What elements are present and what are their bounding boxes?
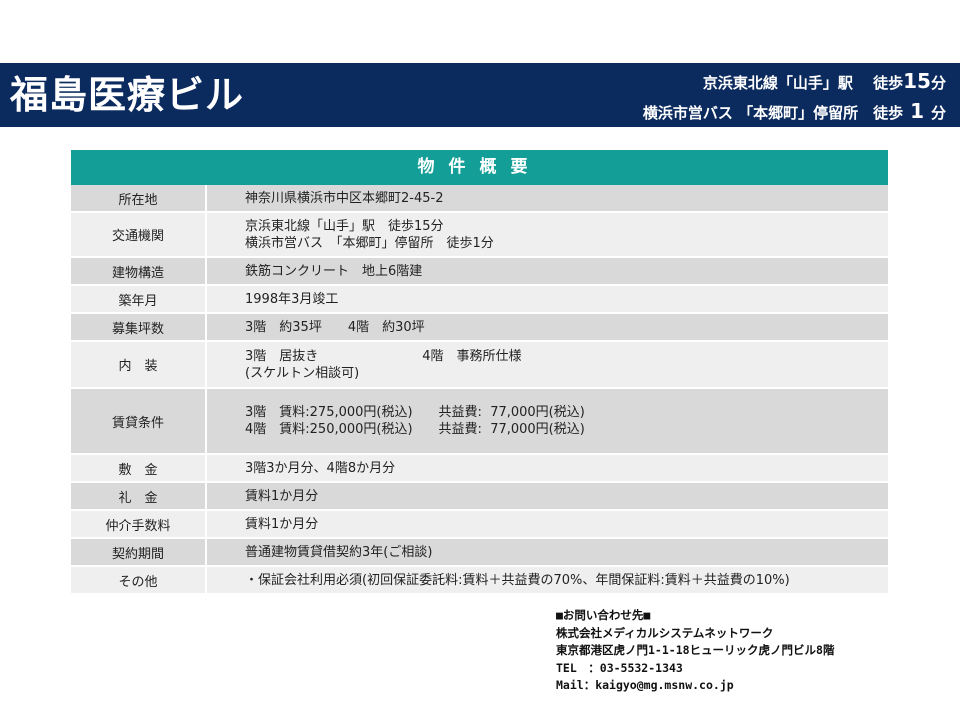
row-value: 3階3か月分、4階8か月分 (207, 455, 888, 481)
row-value: 賃料1か月分 (207, 483, 888, 509)
row-label: その他 (71, 567, 207, 593)
row-value: 神奈川県横浜市中区本郷町2-45-2 (207, 185, 888, 211)
page-title: 福島医療ビル (10, 73, 245, 117)
table-row: 交通機関 京浜東北線「山手」駅 徒歩15分 横浜市営バス 「本郷町」停留所 徒歩1分 (71, 213, 888, 258)
access-line-bus: 横浜市営バス 「本郷町」停留所 徒歩 1 分 (642, 99, 946, 123)
row-value-line: 3階3か月分、4階8か月分 (245, 460, 396, 476)
row-value: 普通建物賃貸借契約3年(ご相談) (207, 539, 888, 565)
table-row: 所在地 神奈川県横浜市中区本郷町2-45-2 (71, 185, 888, 213)
contact-block: ■お問い合わせ先■ 株式会社メディカルシステムネットワーク 東京都港区虎ノ門1-… (556, 607, 834, 695)
row-value: 3階 賃料:275,000円(税込) 共益費: 77,000円(税込) 4階 賃料… (207, 389, 888, 453)
row-value: 1998年3月竣工 (207, 286, 888, 312)
row-value-line: 鉄筋コンクリート 地上6階建 (245, 263, 423, 279)
row-value: 3階 居抜き 4階 事務所仕様 (スケルトン相談可) (207, 342, 888, 387)
row-label: 募集坪数 (71, 314, 207, 340)
row-label: 賃貸条件 (71, 389, 207, 453)
row-value-line: 神奈川県横浜市中区本郷町2-45-2 (245, 190, 444, 206)
table-row: 賃貸条件 3階 賃料:275,000円(税込) 共益費: 77,000円(税込) 4… (71, 389, 888, 455)
row-label: 仲介手数料 (71, 511, 207, 537)
row-value-line: 横浜市営バス 「本郷町」停留所 徒歩1分 (245, 235, 494, 251)
access-info: 京浜東北線「山手」駅 徒歩15分 横浜市営バス 「本郷町」停留所 徒歩 1 分 (643, 67, 946, 127)
table-row: その他 ・保証会社利用必須(初回保証委託料:賃料＋共益費の70%、年間保証料:賃料… (71, 567, 888, 595)
table-row: 敷 金 3階3か月分、4階8か月分 (71, 455, 888, 483)
row-value-line: ・保証会社利用必須(初回保証委託料:賃料＋共益費の70%、年間保証料:賃料＋共益… (245, 572, 790, 588)
contact-address: 東京都港区虎ノ門1-1-18ヒューリック虎ノ門ビル8階 (556, 643, 835, 657)
row-value-line: 3階 約35坪 4階 約30坪 (245, 319, 425, 335)
title-banner: 福島医療ビル 京浜東北線「山手」駅 徒歩15分 横浜市営バス 「本郷町」停留所 … (0, 63, 960, 127)
row-label: 礼 金 (71, 483, 207, 509)
row-value-line: (スケルトン相談可) (245, 365, 360, 381)
table-row: 建物構造 鉄筋コンクリート 地上6階建 (71, 258, 888, 286)
row-value-line: 賃料1か月分 (245, 488, 319, 504)
table-row: 築年月 1998年3月竣工 (71, 286, 888, 314)
row-label: 内 装 (71, 342, 207, 387)
row-value-line: 京浜東北線「山手」駅 徒歩15分 (245, 218, 444, 234)
row-value: ・保証会社利用必須(初回保証委託料:賃料＋共益費の70%、年間保証料:賃料＋共益… (207, 567, 888, 593)
row-label: 契約期間 (71, 539, 207, 565)
table-row: 募集坪数 3階 約35坪 4階 約30坪 (71, 314, 888, 342)
contact-tel: TEL ：03-5532-1343 (556, 660, 683, 675)
contact-company: 株式会社メディカルシステムネットワーク (556, 625, 774, 640)
row-value-line: 4階 賃料:250,000円(税込) 共益費: 77,000円(税込) (245, 422, 585, 437)
row-value-line: 普通建物賃貸借契約3年(ご相談) (245, 544, 433, 560)
row-value-line: 3階 賃料:275,000円(税込) 共益費: 77,000円(税込) (245, 405, 585, 420)
row-value-line: 1998年3月竣工 (245, 291, 339, 307)
access-line-train: 京浜東北線「山手」駅 徒歩15分 (702, 69, 946, 93)
row-label: 所在地 (71, 185, 207, 211)
row-value: 賃料1か月分 (207, 511, 888, 537)
property-summary-table: 物件概要 所在地 神奈川県横浜市中区本郷町2-45-2 交通機関 京浜東北線「山手」駅… (71, 150, 888, 595)
table-row: 仲介手数料 賃料1か月分 (71, 511, 888, 539)
table-row: 契約期間 普通建物賃貸借契約3年(ご相談) (71, 539, 888, 567)
row-label: 築年月 (71, 286, 207, 312)
row-value: 鉄筋コンクリート 地上6階建 (207, 258, 888, 284)
row-value: 京浜東北線「山手」駅 徒歩15分 横浜市営バス 「本郷町」停留所 徒歩1分 (207, 213, 888, 256)
row-label: 敷 金 (71, 455, 207, 481)
row-value-line: 賃料1か月分 (245, 516, 319, 532)
table-row: 内 装 3階 居抜き 4階 事務所仕様 (スケルトン相談可) (71, 342, 888, 389)
table-row: 礼 金 賃料1か月分 (71, 483, 888, 511)
row-value-line: 3階 居抜き 4階 事務所仕様 (245, 348, 522, 364)
row-label: 建物構造 (71, 258, 207, 284)
row-value: 3階 約35坪 4階 約30坪 (207, 314, 888, 340)
contact-mail: Mail：kaigyo@mg.msnw.co.jp (556, 678, 734, 692)
contact-heading: ■お問い合わせ先■ (556, 608, 651, 622)
row-label: 交通機関 (71, 213, 207, 256)
table-heading: 物件概要 (71, 150, 888, 185)
table-body: 所在地 神奈川県横浜市中区本郷町2-45-2 交通機関 京浜東北線「山手」駅 徒歩15… (71, 185, 888, 595)
